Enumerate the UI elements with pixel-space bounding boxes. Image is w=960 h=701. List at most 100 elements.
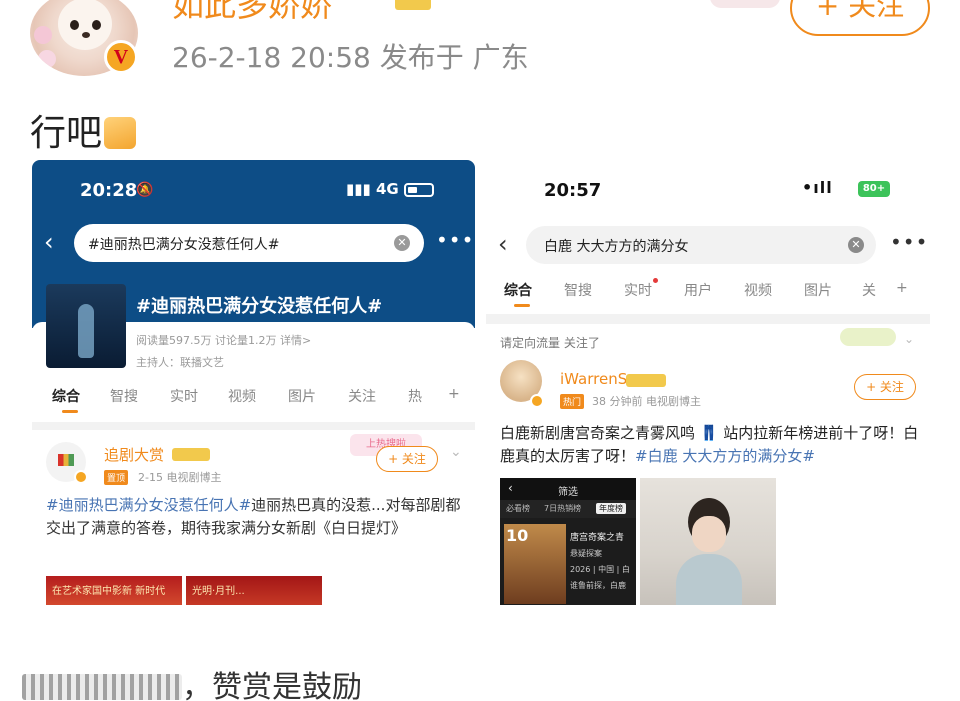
- image-line: 2026 | 中国 | 白: [570, 565, 630, 574]
- tab-users[interactable]: 用户: [684, 280, 712, 300]
- tab-realtime[interactable]: 实时: [170, 386, 198, 406]
- dog-eye: [70, 20, 79, 30]
- battery-icon: [404, 183, 434, 197]
- tab-realtime-label: 实时: [624, 283, 652, 299]
- thumbs-up-icon: [104, 117, 137, 149]
- topic-stats[interactable]: 阅读量597.5万 讨论量1.2万 详情>: [136, 332, 311, 348]
- clear-icon[interactable]: ✕: [848, 237, 864, 253]
- flower-decoration: [38, 50, 56, 68]
- image-header: ‹ 筛选: [500, 478, 636, 500]
- crown-icon: [626, 374, 666, 387]
- follow-button[interactable]: + 关注: [854, 374, 916, 400]
- network-label: 4G: [376, 180, 399, 198]
- more-icon[interactable]: •••: [890, 230, 928, 254]
- signal-status: •ıll: [802, 178, 833, 197]
- verified-icon: [530, 394, 544, 408]
- reward-label: ，赞赏是鼓励: [182, 670, 362, 701]
- image-tab: 7日热销榜: [544, 504, 582, 513]
- flower-decoration: [34, 26, 52, 44]
- blurred-text: [22, 674, 182, 700]
- right-screenshot: 20:57 •ıll 80+ ‹ 白鹿 大大方方的满分女 ✕ ••• 综合 智搜…: [486, 162, 930, 605]
- post-image[interactable]: 在艺术家国中影新 新时代: [46, 576, 182, 605]
- image-line: 唐宫奇案之青: [570, 533, 625, 543]
- tab-bar: 综合 智搜 实时 视频 图片 关注 热 +: [52, 386, 472, 416]
- search-query: 白鹿 大大方方的满分女: [544, 239, 689, 255]
- post-image[interactable]: ‹ 筛选 必看榜 7日热销榜 年度榜 10 唐宫奇案之青 悬疑探案 2026 |…: [500, 478, 636, 605]
- left-screenshot: 20:28 🔕 ▮▮▮ 4G ‹ #迪丽热巴满分女没惹任何人# ✕ ••• #迪…: [32, 160, 475, 605]
- tab-images[interactable]: 图片: [288, 386, 316, 406]
- post-meta: 38 分钟前 电视剧博主: [592, 395, 701, 408]
- image-caption: 在艺术家国中影新 新时代: [52, 586, 166, 597]
- tab-realtime[interactable]: 实时: [624, 278, 658, 300]
- recommendation-label: 请定向流量 关注了: [500, 336, 600, 350]
- hashtag-link[interactable]: #白鹿 大大方方的满分女#: [635, 447, 815, 465]
- tab-following[interactable]: 关注: [348, 386, 376, 406]
- post-meta: 26-2-18 20:58 发布于 广东: [172, 41, 529, 74]
- crown-icon: [395, 0, 431, 10]
- divider: [486, 314, 930, 324]
- dog-eye: [92, 20, 101, 30]
- crown-icon: [172, 448, 210, 461]
- tab-smart-search[interactable]: 智搜: [110, 386, 138, 406]
- decoration-icon: [710, 0, 780, 8]
- author-name[interactable]: 如此多娇娇: [172, 0, 332, 26]
- mute-icon: 🔕: [136, 182, 154, 198]
- battery-icon: 80+: [858, 181, 890, 197]
- tab-video[interactable]: 视频: [744, 280, 772, 300]
- back-icon: ‹: [508, 481, 513, 495]
- tab-comprehensive[interactable]: 综合: [52, 386, 80, 413]
- image-title: 筛选: [558, 487, 578, 498]
- reward-text: ，赞赏是鼓励: [22, 662, 362, 701]
- pinned-badge: 置顶: [104, 470, 129, 485]
- more-icon[interactable]: •••: [436, 228, 474, 252]
- image-caption: 光明·月刊...: [192, 586, 245, 597]
- image-line: 悬疑探案: [570, 549, 602, 558]
- follow-button[interactable]: + 关注: [790, 0, 930, 36]
- new-dot-icon: [653, 278, 658, 283]
- post-image[interactable]: [640, 478, 776, 605]
- tab-bar: 综合 智搜 实时 用户 视频 图片 关 +: [504, 278, 924, 310]
- search-input[interactable]: 白鹿 大大方方的满分女 ✕: [526, 226, 876, 264]
- post-text: 行吧: [30, 104, 137, 156]
- verified-icon: [74, 470, 88, 484]
- image-tabs: 必看榜 7日热销榜 年度榜: [500, 500, 636, 518]
- tab-video[interactable]: 视频: [228, 386, 256, 406]
- verified-icon: V: [104, 40, 138, 74]
- post-text-body: 行吧: [30, 113, 103, 154]
- clear-icon[interactable]: ✕: [394, 235, 410, 251]
- search-input[interactable]: #迪丽热巴满分女没惹任何人# ✕: [74, 224, 424, 262]
- decoration-icon: [840, 328, 896, 346]
- tab-add-icon[interactable]: +: [448, 386, 460, 402]
- tab-hot[interactable]: 热: [408, 386, 422, 406]
- status-time: 20:57: [544, 180, 602, 201]
- back-icon[interactable]: ‹: [44, 228, 54, 256]
- tab-comprehensive[interactable]: 综合: [504, 280, 532, 307]
- tab-images[interactable]: 图片: [804, 280, 832, 300]
- hashtag-link[interactable]: #迪丽热巴满分女没惹任何人#: [46, 496, 251, 514]
- hot-badge: 热门: [560, 394, 585, 409]
- dog-nose: [82, 32, 90, 38]
- divider: [32, 422, 475, 430]
- follow-button[interactable]: + 关注: [376, 446, 438, 472]
- chevron-down-icon[interactable]: ⌄: [450, 444, 462, 460]
- signal-status: ▮▮▮ 4G: [346, 180, 399, 198]
- tab-add-icon[interactable]: +: [896, 280, 908, 296]
- author-name[interactable]: iWarrenS: [560, 370, 627, 388]
- topic-host: 主持人：联播文艺: [136, 356, 224, 369]
- status-time: 20:28: [80, 180, 138, 201]
- image-tab: 年度榜: [596, 503, 626, 514]
- tab-smart-search[interactable]: 智搜: [564, 280, 592, 300]
- author-name[interactable]: 追剧大赏: [104, 444, 164, 465]
- image-line: 谁鲁前探，白鹿: [570, 581, 626, 590]
- search-query: #迪丽热巴满分女没惹任何人#: [88, 237, 280, 253]
- topic-cover-image[interactable]: [46, 284, 126, 368]
- back-icon[interactable]: ‹: [498, 230, 508, 258]
- portrait-figure: [676, 554, 742, 605]
- image-tab: 必看榜: [506, 504, 530, 513]
- chevron-down-icon[interactable]: ⌄: [904, 332, 914, 346]
- post-text: #迪丽热巴满分女没惹任何人#迪丽热巴真的没惹...对每部剧都交出了满意的答卷，期…: [46, 494, 466, 540]
- post-image[interactable]: 光明·月刊...: [186, 576, 322, 605]
- dog-face: [58, 0, 112, 50]
- tab-following[interactable]: 关: [862, 280, 876, 300]
- post-meta: 2-15 电视剧博主: [138, 471, 222, 484]
